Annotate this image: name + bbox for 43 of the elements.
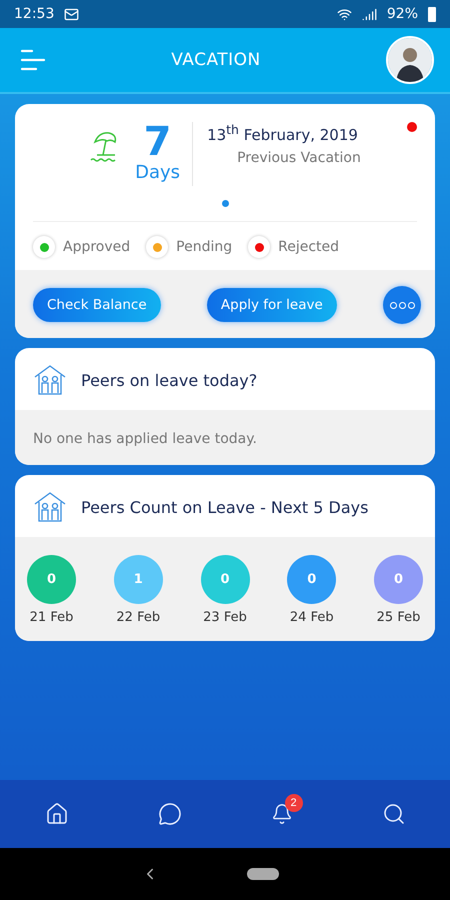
peer-count: 0 bbox=[287, 555, 336, 604]
vacation-date: 13$^{th}$ February, 2019 bbox=[207, 122, 359, 144]
legend-label: Pending bbox=[176, 239, 232, 255]
day-label: 24 Feb bbox=[290, 610, 334, 625]
home-icon bbox=[44, 802, 68, 826]
menu-icon[interactable] bbox=[20, 48, 46, 72]
house-people-icon bbox=[33, 364, 67, 396]
more-button[interactable] bbox=[383, 286, 421, 324]
house-people-icon bbox=[33, 491, 67, 523]
battery-icon bbox=[428, 6, 436, 22]
wifi-icon bbox=[336, 6, 352, 22]
bell-icon bbox=[270, 803, 292, 825]
peer-count: 1 bbox=[114, 555, 163, 604]
mail-icon bbox=[64, 6, 80, 22]
day-label: 22 Feb bbox=[116, 610, 160, 625]
legend-label: Approved bbox=[63, 239, 130, 255]
action-button[interactable]: Apply for leave bbox=[206, 288, 337, 322]
page-indicator bbox=[222, 200, 228, 207]
peer-count: 0 bbox=[374, 555, 423, 604]
vacation-caption: Previous Vacation bbox=[236, 150, 361, 166]
status-dot bbox=[407, 122, 417, 132]
chat-bubble-icon bbox=[158, 802, 182, 826]
vacation-days-count: 7 bbox=[144, 122, 172, 162]
empty-message: No one has applied leave today. bbox=[33, 431, 257, 447]
signal-icon bbox=[362, 6, 377, 22]
peer-count: 0 bbox=[200, 555, 250, 604]
legend-label: Rejected bbox=[278, 239, 340, 255]
profile-avatar[interactable] bbox=[386, 36, 434, 84]
day-label: 21 Feb bbox=[30, 610, 74, 625]
day-label: 25 Feb bbox=[376, 610, 420, 625]
action-button[interactable]: Check Balance bbox=[33, 288, 161, 322]
notifications-button[interactable]: 2 bbox=[260, 793, 302, 835]
card-title: Peers on leave today? bbox=[81, 370, 258, 390]
status-time: 12:53 bbox=[14, 6, 54, 22]
battery-level: 92% bbox=[386, 6, 418, 22]
card-title: Peers Count on Leave - Next 5 Days bbox=[81, 498, 368, 516]
notification-badge: 2 bbox=[284, 794, 302, 812]
peer-count: 0 bbox=[27, 555, 76, 604]
day-label: 23 Feb bbox=[203, 610, 247, 625]
search-icon bbox=[382, 802, 406, 826]
screen-title: VACATION bbox=[170, 50, 262, 70]
home-pill[interactable] bbox=[247, 868, 279, 880]
vacation-days-unit: Days bbox=[135, 162, 180, 183]
